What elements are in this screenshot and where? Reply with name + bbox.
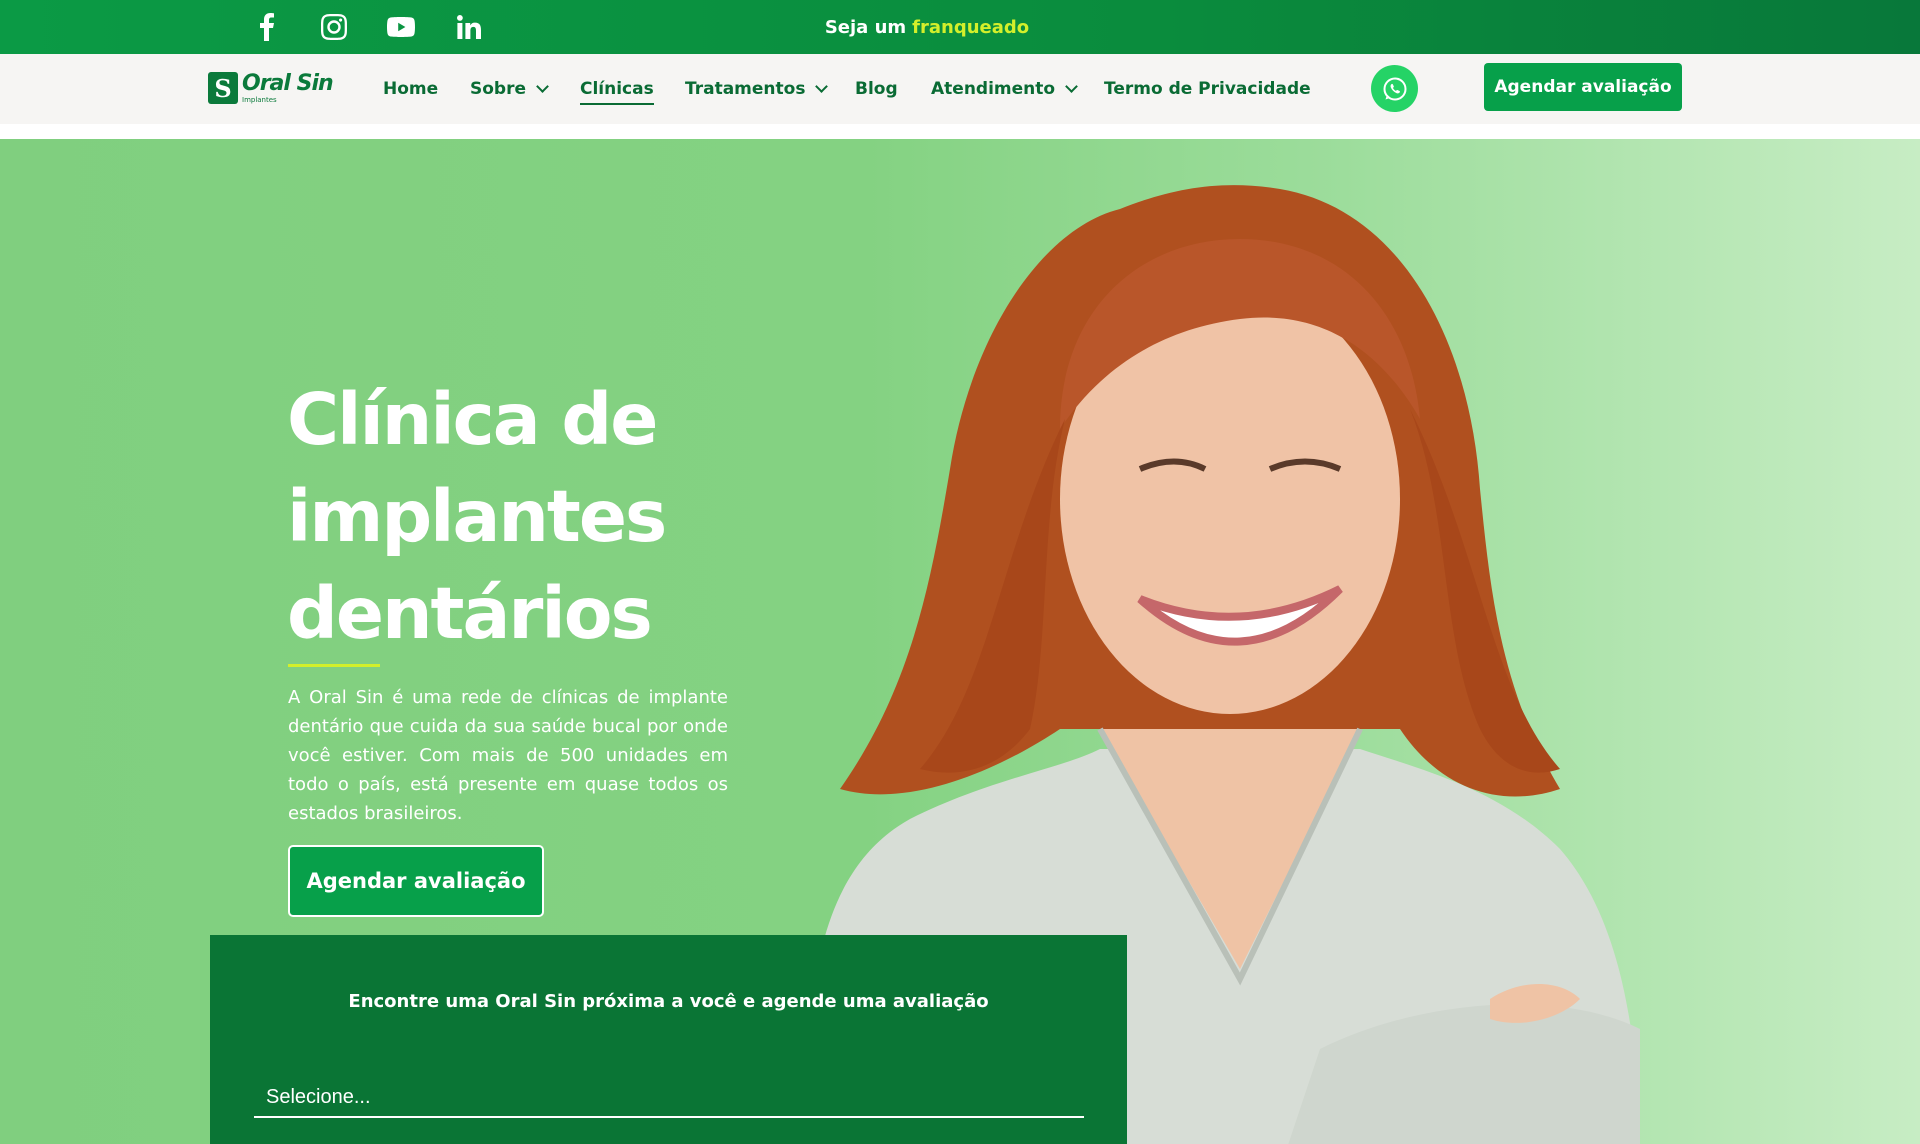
nav-item-label: Home: [383, 79, 439, 99]
nav-item-privacidade[interactable]: Termo de Privacidade: [1104, 54, 1311, 124]
franchise-link[interactable]: Seja um franqueado: [0, 0, 1854, 54]
nav-item-label: Blog: [855, 79, 898, 99]
oral-sin-logo[interactable]: S Oral Sin Implantes: [208, 70, 338, 106]
nav-item-atendimento[interactable]: Atendimento: [931, 54, 1078, 124]
nav-item-home[interactable]: Home: [383, 54, 438, 124]
hero-title-line: Clínica de: [287, 378, 658, 461]
nav-item-label: Atendimento: [931, 79, 1056, 99]
nav-item-label: Clínicas: [580, 79, 654, 105]
hero-title: Clínica de implantes dentários: [287, 371, 787, 662]
whatsapp-button[interactable]: [1371, 65, 1418, 112]
clinic-finder-panel: Encontre uma Oral Sin próxima a você e a…: [210, 935, 1127, 1144]
title-accent-line: [288, 664, 380, 667]
finder-title: Encontre uma Oral Sin próxima a você e a…: [348, 991, 989, 1012]
chevron-down-icon: [1065, 80, 1078, 93]
logo-s-badge: S: [208, 72, 238, 104]
clinic-select[interactable]: Selecione...: [254, 1078, 1084, 1118]
chevron-down-icon: [536, 80, 549, 93]
franchise-prefix: Seja um: [824, 16, 907, 38]
nav-item-label: Tratamentos: [685, 79, 806, 99]
nav-item-tratamentos[interactable]: Tratamentos: [685, 54, 829, 124]
hero-title-line: implantes: [287, 475, 667, 558]
nav-item-blog[interactable]: Blog: [855, 54, 898, 124]
logo-brand-text: Oral Sin: [242, 70, 334, 96]
nav-separator: [0, 124, 1920, 139]
hero-description: A Oral Sin é uma rede de clínicas de imp…: [288, 687, 728, 824]
nav-item-label: Sobre: [470, 79, 527, 99]
agendar-avaliacao-nav-button[interactable]: Agendar avaliação: [1484, 63, 1682, 111]
chevron-down-icon: [815, 80, 829, 93]
whatsapp-icon: [1383, 77, 1406, 100]
top-bar: Seja um franqueado: [0, 0, 1920, 54]
main-nav: S Oral Sin Implantes Home Sobre Clínicas…: [0, 54, 1920, 124]
nav-item-clinicas[interactable]: Clínicas: [580, 54, 654, 124]
franchise-highlight: franqueado: [912, 16, 1030, 38]
hero-title-line: dentários: [287, 572, 653, 655]
nav-item-sobre[interactable]: Sobre: [470, 54, 549, 124]
nav-item-label: Termo de Privacidade: [1104, 79, 1311, 99]
agendar-avaliacao-hero-button[interactable]: Agendar avaliação: [288, 845, 544, 917]
logo-sub-text: Implantes: [242, 95, 277, 104]
